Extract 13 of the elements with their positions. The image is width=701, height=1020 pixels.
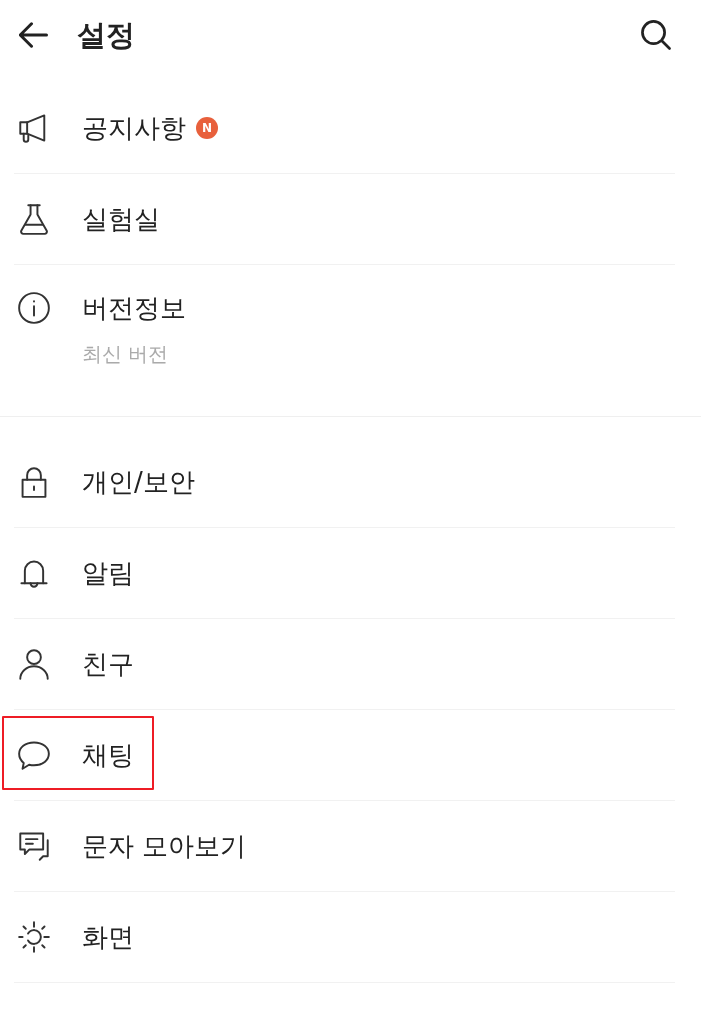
item-subtitle: 최신 버전 bbox=[82, 341, 170, 368]
search-icon bbox=[640, 19, 672, 51]
flask-icon bbox=[18, 203, 50, 235]
speech-bubble-icon bbox=[18, 739, 50, 771]
new-badge: N bbox=[196, 117, 218, 139]
page-title: 설정 bbox=[77, 17, 135, 53]
sun-icon bbox=[18, 921, 50, 953]
search-button[interactable] bbox=[640, 19, 672, 51]
back-button[interactable] bbox=[18, 19, 50, 51]
message-lines-icon bbox=[18, 830, 50, 862]
back-arrow-icon bbox=[19, 21, 49, 49]
person-icon bbox=[18, 648, 50, 680]
info-icon bbox=[18, 292, 50, 324]
